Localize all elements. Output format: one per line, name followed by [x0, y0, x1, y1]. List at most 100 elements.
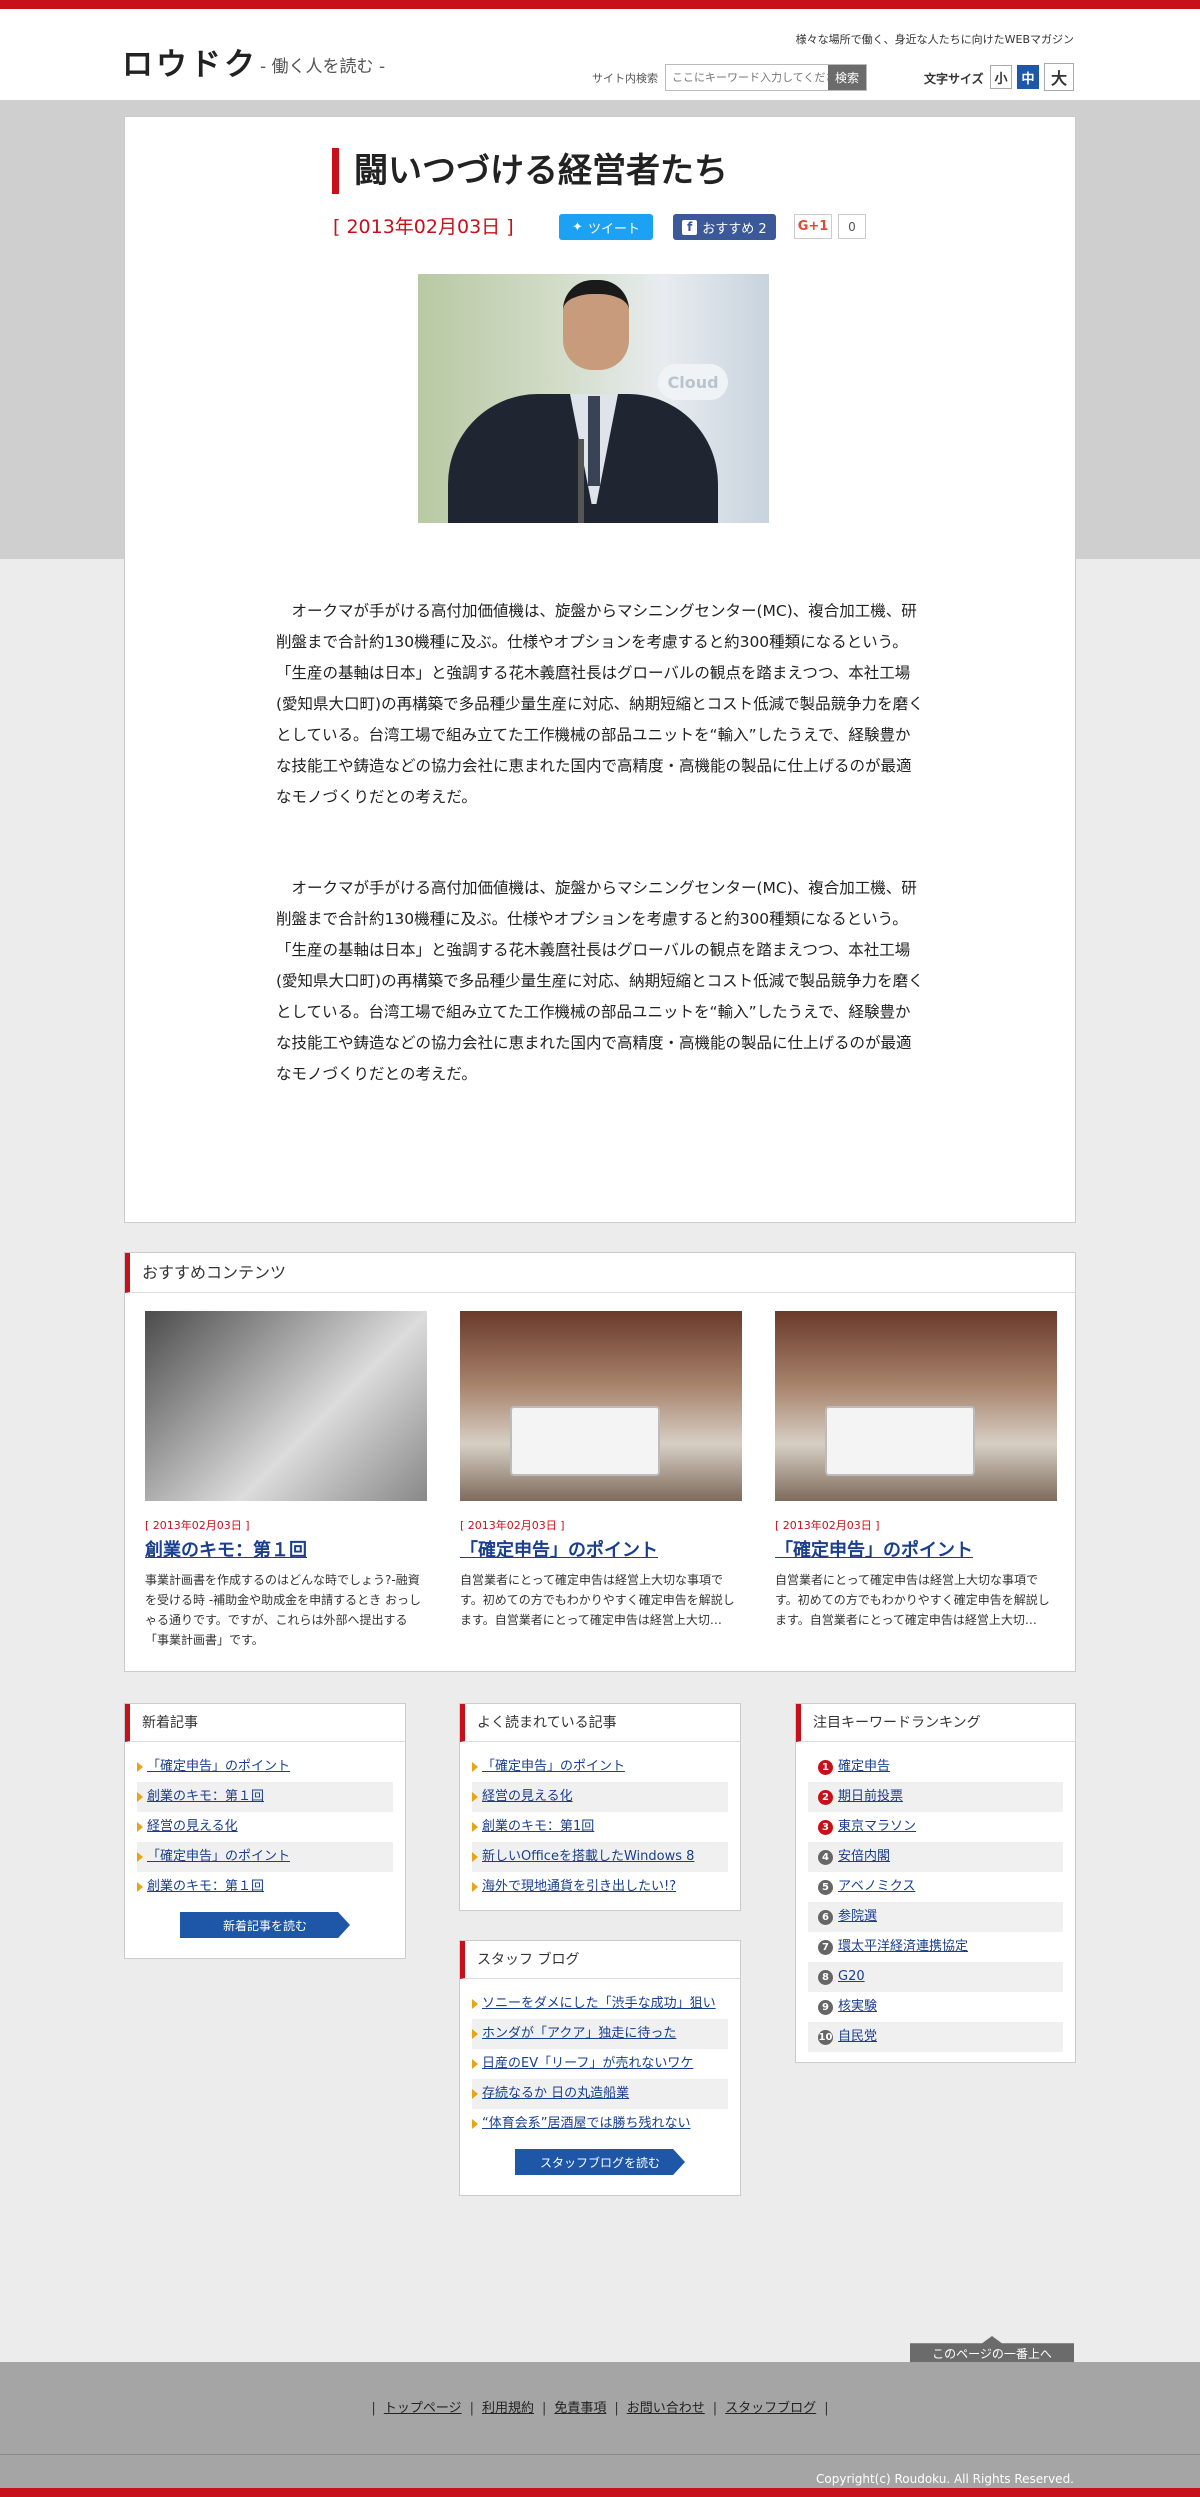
ranking-item[interactable]: 3 東京マラソン [808, 1812, 1063, 1842]
google-plus-button[interactable]: G+1 [794, 214, 832, 239]
search-button[interactable]: 検索 [828, 65, 866, 90]
ranking-item[interactable]: 10 自民党 [808, 2022, 1063, 2052]
staff-blog-link[interactable]: ホンダが「アクア」独走に待った [482, 2026, 676, 2041]
ranking-keyword-link[interactable]: 東京マラソン [838, 1819, 916, 1834]
font-size-large-button[interactable]: 大 [1044, 63, 1074, 91]
footer-link-terms[interactable]: 利用規約 [482, 2401, 534, 2416]
list-item[interactable]: 創業のキモ：第１回 [137, 1782, 393, 1812]
list-item[interactable]: ホンダが「アクア」独走に待った [472, 2019, 728, 2049]
rank-number-badge: 9 [818, 2000, 833, 2015]
footer-link-staff-blog[interactable]: スタッフブログ [725, 2401, 816, 2416]
ranking-keyword-link[interactable]: 参院選 [838, 1909, 877, 1924]
ranking-keyword-link[interactable]: 自民党 [838, 2029, 877, 2044]
tweet-label: ツイート [587, 221, 640, 237]
list-item[interactable]: 「確定申告」のポイント [137, 1752, 393, 1782]
recommended-item[interactable]: [ 2013年02月03日 ] 創業のキモ：第１回 事業計画書を作成するのはどん… [145, 1311, 427, 1652]
ranking-keyword-link[interactable]: 環太平洋経済連携協定 [838, 1939, 968, 1954]
recommended-thumbnail[interactable] [145, 1311, 427, 1501]
ranking-keyword-link[interactable]: 確定申告 [838, 1759, 890, 1774]
list-item[interactable]: 創業のキモ：第１回 [137, 1872, 393, 1902]
copyright-text: Copyright(c) Roudoku. All Rights Reserve… [816, 2472, 1074, 2486]
ranking-keyword-link[interactable]: G20 [838, 1969, 865, 1984]
list-item[interactable]: 「確定申告」のポイント [137, 1842, 393, 1872]
list-item[interactable]: 経営の見える化 [137, 1812, 393, 1842]
ranking-item[interactable]: 8 G20 [808, 1962, 1063, 1992]
recommended-date: [ 2013年02月03日 ] [460, 1519, 565, 1532]
site-footer: | トップページ | 利用規約 | 免責事項 | お問い合わせ | スタッフブログ | Copyri… [0, 2362, 1200, 2497]
recommended-title-link[interactable]: 「確定申告」のポイント [460, 1536, 742, 1562]
footer-link-contact[interactable]: お問い合わせ [627, 2401, 705, 2416]
ranking-keyword-link[interactable]: 安倍内閣 [838, 1849, 890, 1864]
font-size-medium-button[interactable]: 中 [1017, 65, 1039, 89]
footer-link-top[interactable]: トップページ [384, 2401, 462, 2416]
footer-link-disclaimer[interactable]: 免責事項 [554, 2401, 606, 2416]
list-item[interactable]: 海外で現地通貨を引き出したい!? [472, 1872, 728, 1902]
ranking-item[interactable]: 1 確定申告 [808, 1752, 1063, 1782]
popular-articles-list: 「確定申告」のポイント 経営の見える化 創業のキモ：第1回 新しいOfficeを… [460, 1742, 740, 1912]
recommended-item[interactable]: [ 2013年02月03日 ] 「確定申告」のポイント 自営業者にとって確定申告… [775, 1311, 1057, 1652]
google-plus-count: 0 [838, 214, 866, 239]
ranking-item[interactable]: 4 安倍内閣 [808, 1842, 1063, 1872]
photo-cloud-sign: Cloud [658, 364, 728, 400]
new-article-link[interactable]: 「確定申告」のポイント [147, 1759, 290, 1774]
list-item[interactable]: 「確定申告」のポイント [472, 1752, 728, 1782]
ranking-keyword-link[interactable]: 期日前投票 [838, 1789, 903, 1804]
article-date: [ 2013年02月03日 ] [333, 216, 514, 238]
ranking-item[interactable]: 9 核実験 [808, 1992, 1063, 2022]
recommended-thumbnail[interactable] [460, 1311, 742, 1501]
ranking-item[interactable]: 7 環太平洋経済連携協定 [808, 1932, 1063, 1962]
photo-microphone [578, 439, 584, 523]
font-size-small-button[interactable]: 小 [990, 65, 1012, 89]
recommended-thumbnail[interactable] [775, 1311, 1057, 1501]
popular-article-link[interactable]: 新しいOfficeを搭載したWindows 8 [482, 1849, 694, 1864]
search-label: サイト内検索 [592, 72, 658, 85]
ranking-item[interactable]: 6 参院選 [808, 1902, 1063, 1932]
rank-number-badge: 5 [818, 1880, 833, 1895]
new-article-link[interactable]: 「確定申告」のポイント [147, 1849, 290, 1864]
ranking-item[interactable]: 2 期日前投票 [808, 1782, 1063, 1812]
list-item[interactable]: 経営の見える化 [472, 1782, 728, 1812]
staff-blog-link[interactable]: ソニーをダメにした「渋手な成功」狙い [482, 1996, 716, 2011]
rank-number-badge: 2 [818, 1790, 833, 1805]
new-article-link[interactable]: 経営の見える化 [147, 1819, 238, 1834]
back-to-top-button[interactable]: このページの一番上へ [910, 2336, 1074, 2362]
list-item[interactable]: 日産のEV「リーフ」が売れないワケ [472, 2049, 728, 2079]
search-form: 検索 [665, 64, 867, 91]
rank-number-badge: 10 [818, 2030, 833, 2045]
article-title: 闘いつづける経営者たち [332, 148, 728, 194]
ranking-keyword-link[interactable]: 核実験 [838, 1999, 877, 2014]
ranking-item[interactable]: 5 アベノミクス [808, 1872, 1063, 1902]
popular-article-link[interactable]: 海外で現地通貨を引き出したい!? [482, 1879, 676, 1894]
keyword-ranking-heading: 注目キーワードランキング [796, 1704, 1075, 1742]
recommended-title-link[interactable]: 「確定申告」のポイント [775, 1536, 1057, 1562]
recommended-title-link[interactable]: 創業のキモ：第１回 [145, 1536, 427, 1562]
search-input[interactable] [666, 65, 828, 90]
rank-number-badge: 8 [818, 1970, 833, 1985]
ranking-keyword-link[interactable]: アベノミクス [838, 1879, 915, 1894]
read-staff-blog-button[interactable]: スタッフブログを読む [515, 2149, 685, 2175]
tweet-button[interactable]: ✦ ツイート [559, 214, 653, 240]
new-article-link[interactable]: 創業のキモ：第１回 [147, 1789, 264, 1804]
staff-blog-link[interactable]: 存続なるか 日の丸造船業 [482, 2086, 629, 2101]
read-new-articles-button[interactable]: 新着記事を読む [180, 1912, 350, 1938]
popular-article-link[interactable]: 創業のキモ：第1回 [482, 1819, 594, 1834]
new-articles-heading: 新着記事 [125, 1704, 405, 1742]
new-article-link[interactable]: 創業のキモ：第１回 [147, 1879, 264, 1894]
new-articles-list: 「確定申告」のポイント 創業のキモ：第１回 経営の見える化 「確定申告」のポイン… [125, 1742, 405, 1912]
rank-number-badge: 4 [818, 1850, 833, 1865]
list-item[interactable]: “体育会系”居酒屋では勝ち残れない [472, 2109, 728, 2139]
list-item[interactable]: 存続なるか 日の丸造船業 [472, 2079, 728, 2109]
staff-blog-link[interactable]: “体育会系”居酒屋では勝ち残れない [482, 2116, 690, 2131]
popular-article-link[interactable]: 「確定申告」のポイント [482, 1759, 625, 1774]
font-size-label: 文字サイズ [924, 72, 984, 86]
list-item[interactable]: ソニーをダメにした「渋手な成功」狙い [472, 1989, 728, 2019]
site-logo[interactable]: ロウドク [122, 39, 258, 84]
facebook-recommend-button[interactable]: f おすすめ 2 [673, 214, 776, 240]
staff-blog-panel: スタッフ ブログ ソニーをダメにした「渋手な成功」狙い ホンダが「アクア」独走に… [459, 1940, 741, 2196]
popular-article-link[interactable]: 経営の見える化 [482, 1789, 573, 1804]
list-item[interactable]: 新しいOfficeを搭載したWindows 8 [472, 1842, 728, 1872]
staff-blog-link[interactable]: 日産のEV「リーフ」が売れないワケ [482, 2056, 693, 2071]
site-header: ロウドク - 働く人を読む - 様々な場所で働く、身近な人たちに向けたWEBマガ… [0, 9, 1200, 101]
list-item[interactable]: 創業のキモ：第1回 [472, 1812, 728, 1842]
recommended-item[interactable]: [ 2013年02月03日 ] 「確定申告」のポイント 自営業者にとって確定申告… [460, 1311, 742, 1652]
